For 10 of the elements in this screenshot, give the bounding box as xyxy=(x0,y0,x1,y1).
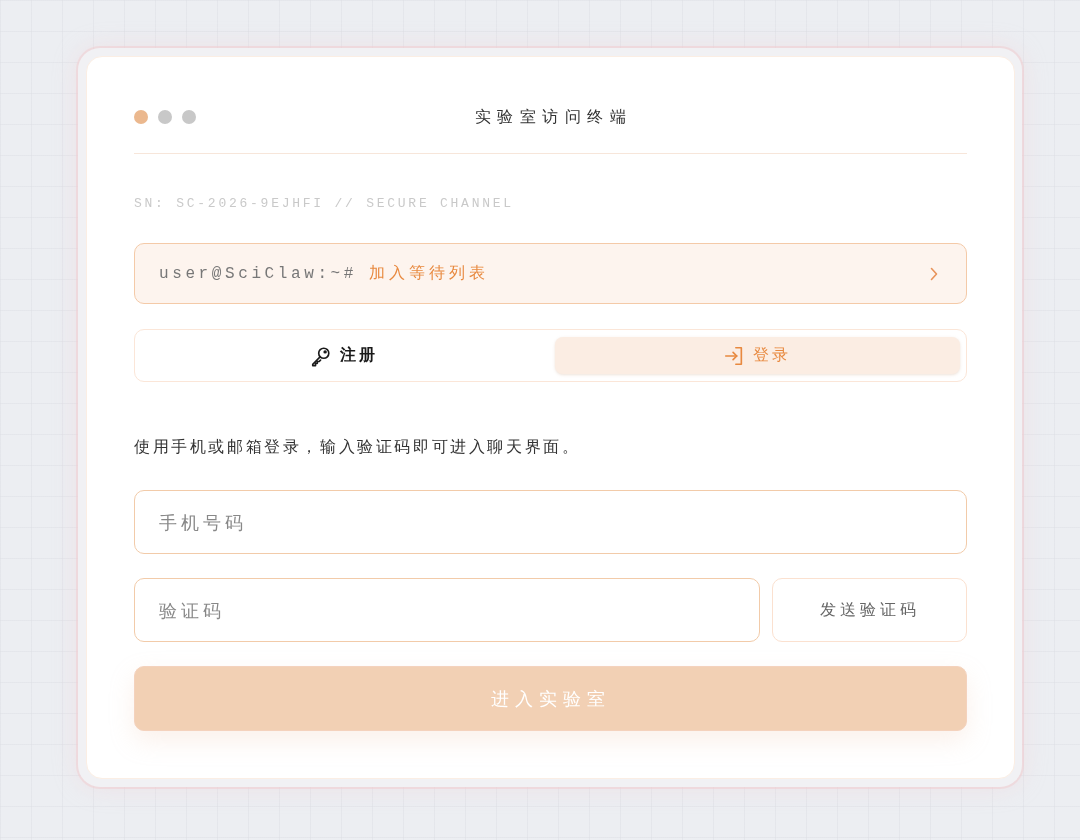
send-code-button[interactable]: 发送验证码 xyxy=(772,578,967,642)
chevron-right-icon xyxy=(930,266,938,281)
tab[interactable]: 注册 xyxy=(141,337,547,374)
tab[interactable]: 登录 xyxy=(554,337,960,374)
phone-input-field[interactable]: 手机号码 xyxy=(134,490,967,554)
waitlist-button[interactable]: user@SciClaw:~# 加入等待列表 xyxy=(134,243,967,304)
key-icon xyxy=(309,344,332,367)
window-title: 实验室访问终端 xyxy=(474,106,633,128)
instruction-text: 使用手机或邮箱登录，输入验证码即可进入聊天界面。 xyxy=(134,436,582,458)
code-input-field[interactable]: 验证码 xyxy=(134,578,760,642)
